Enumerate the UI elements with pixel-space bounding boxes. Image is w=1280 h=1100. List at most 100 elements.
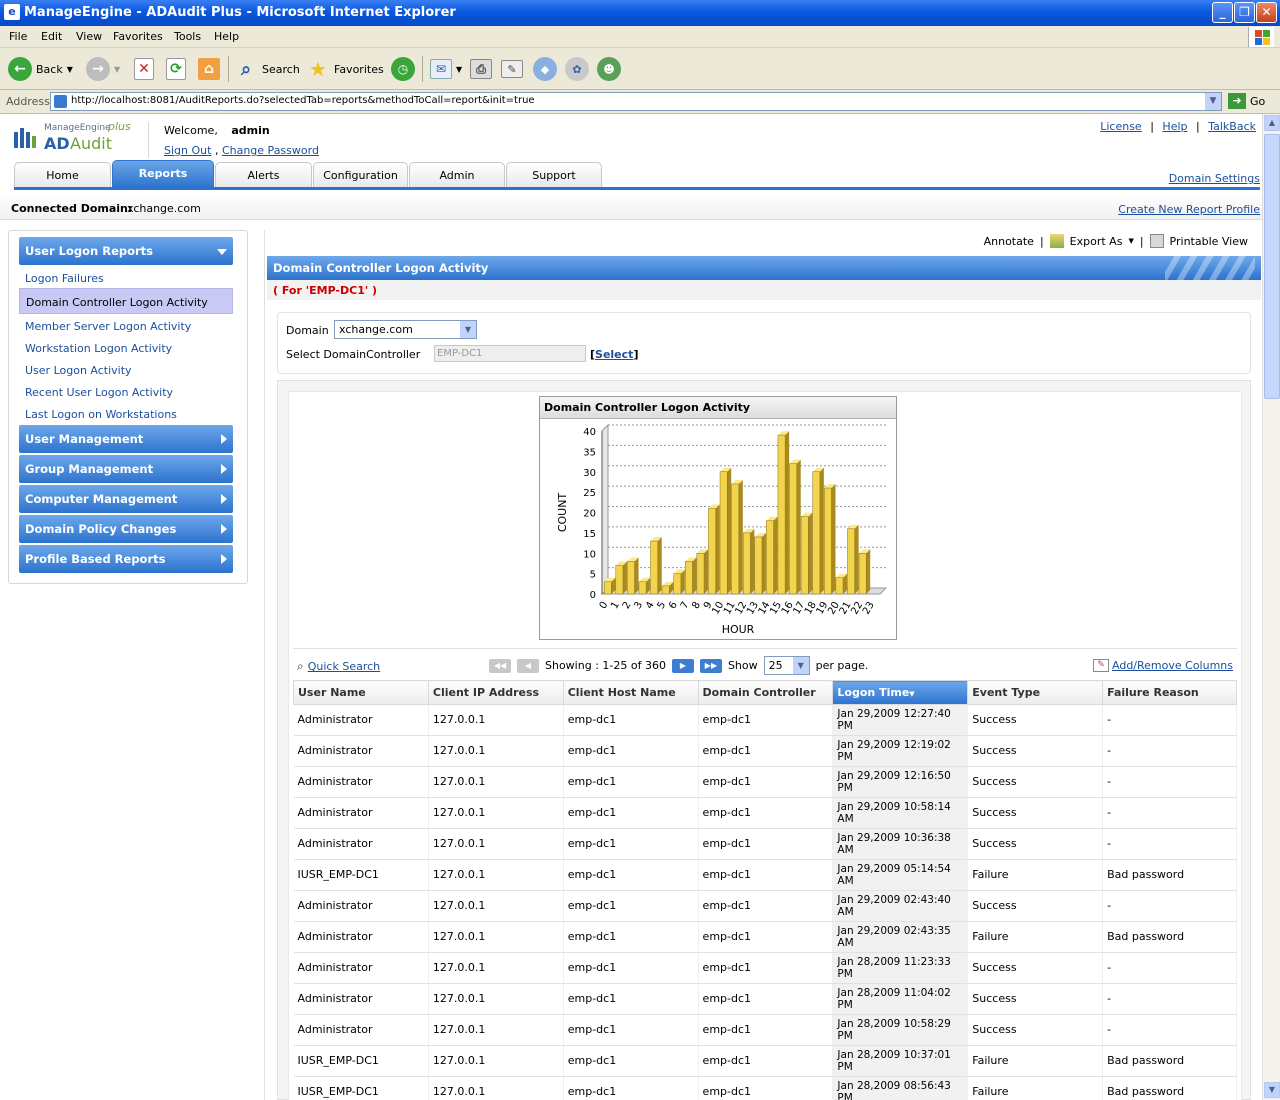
table-row[interactable]: Administrator 127.0.0.1 emp-dc1 emp-dc1 Jan … bbox=[293, 735, 1237, 767]
table-row[interactable]: Administrator 127.0.0.1 emp-dc1 emp-dc1 Jan … bbox=[293, 797, 1237, 829]
add-remove-columns[interactable]: ✎ Add/Remove Columns bbox=[1093, 659, 1233, 672]
research-button[interactable]: ✿ bbox=[565, 56, 589, 82]
tab-alerts[interactable]: Alerts bbox=[215, 162, 312, 188]
sidebar-item-last-logon-workstations[interactable]: Last Logon on Workstations bbox=[19, 403, 233, 425]
sidebar-group-group-management[interactable]: Group Management bbox=[19, 455, 233, 483]
first-page-icon[interactable]: ◀◀ bbox=[489, 658, 511, 673]
table-row[interactable]: Administrator 127.0.0.1 emp-dc1 emp-dc1 Jan … bbox=[293, 766, 1237, 798]
page-scrollbar[interactable]: ▲ ▼ bbox=[1262, 114, 1280, 1100]
dc-select-button[interactable]: [Select] bbox=[590, 348, 638, 361]
select-link[interactable]: Select bbox=[595, 348, 633, 361]
maximize-button[interactable]: ❐ bbox=[1234, 2, 1255, 23]
help-link[interactable]: Help bbox=[1162, 120, 1187, 133]
domain-settings-link[interactable]: Domain Settings bbox=[1169, 172, 1260, 185]
tab-home[interactable]: Home bbox=[14, 162, 111, 188]
sidebar: User Logon Reports Logon Failures Domain… bbox=[8, 230, 248, 584]
mail-button[interactable]: ✉ ▼ bbox=[430, 56, 462, 82]
column-header-event-type[interactable]: Event Type bbox=[967, 680, 1104, 705]
menu-favorites[interactable]: Favorites bbox=[113, 30, 163, 43]
mail-dropdown-icon[interactable]: ▼ bbox=[456, 65, 462, 74]
domain-select[interactable]: xchange.com ▼ bbox=[334, 320, 477, 339]
sidebar-group-domain-policy-changes[interactable]: Domain Policy Changes bbox=[19, 515, 233, 543]
talkback-link[interactable]: TalkBack bbox=[1208, 120, 1256, 133]
print-button[interactable]: ⎙ bbox=[470, 56, 492, 82]
table-row[interactable]: Administrator 127.0.0.1 emp-dc1 emp-dc1 Jan … bbox=[293, 921, 1237, 953]
cell-user-name: Administrator bbox=[293, 983, 429, 1015]
stop-button[interactable]: ✕ bbox=[134, 56, 154, 82]
sidebar-item-user-logon[interactable]: User Logon Activity bbox=[19, 359, 233, 381]
sidebar-item-workstation-logon[interactable]: Workstation Logon Activity bbox=[19, 337, 233, 359]
menu-help[interactable]: Help bbox=[214, 30, 239, 43]
column-header-client-host[interactable]: Client Host Name bbox=[562, 680, 699, 705]
search-button[interactable]: ⌕ Search bbox=[234, 56, 300, 82]
sidebar-item-dc-logon-activity[interactable]: Domain Controller Logon Activity bbox=[19, 288, 233, 314]
column-header-logon-time[interactable]: Logon Time▼ bbox=[832, 680, 969, 705]
printable-view-button[interactable]: Printable View bbox=[1170, 235, 1248, 248]
home-button[interactable]: ⌂ bbox=[198, 56, 220, 82]
export-button[interactable]: Export As bbox=[1070, 235, 1123, 248]
sidebar-group-profile-based-reports[interactable]: Profile Based Reports bbox=[19, 545, 233, 573]
annotate-button[interactable]: Annotate bbox=[984, 235, 1034, 248]
sidebar-section-user-logon-reports[interactable]: User Logon Reports bbox=[19, 237, 233, 265]
refresh-button[interactable]: ⟳ bbox=[166, 56, 186, 82]
history-button[interactable]: ◷ bbox=[391, 56, 415, 82]
forward-button[interactable]: → ▼ bbox=[86, 56, 120, 82]
go-button[interactable]: ➜ Go bbox=[1228, 93, 1265, 109]
column-header-domain-controller[interactable]: Domain Controller bbox=[697, 680, 834, 705]
column-header-failure-reason[interactable]: Failure Reason bbox=[1102, 680, 1237, 705]
page-size-select[interactable]: 25 ▼ bbox=[763, 656, 810, 675]
sign-out-link[interactable]: Sign Out bbox=[164, 144, 211, 157]
menu-tools[interactable]: Tools bbox=[174, 30, 201, 43]
table-row[interactable]: IUSR_EMP-DC1 127.0.0.1 emp-dc1 emp-dc1 Jan 2… bbox=[293, 1045, 1237, 1077]
forward-dropdown-icon[interactable]: ▼ bbox=[114, 65, 120, 74]
sidebar-item-member-server-logon[interactable]: Member Server Logon Activity bbox=[19, 315, 233, 337]
quick-search[interactable]: ⌕ Quick Search bbox=[297, 659, 380, 674]
edit-button[interactable]: ✎ bbox=[501, 56, 523, 82]
sidebar-group-computer-management[interactable]: Computer Management bbox=[19, 485, 233, 513]
back-button[interactable]: ← Back ▼ bbox=[8, 56, 73, 82]
table-row[interactable]: Administrator 127.0.0.1 emp-dc1 emp-dc1 Jan … bbox=[293, 983, 1237, 1015]
tab-admin[interactable]: Admin bbox=[409, 162, 505, 188]
dc-input[interactable]: EMP-DC1 bbox=[434, 345, 586, 362]
table-row[interactable]: Administrator 127.0.0.1 emp-dc1 emp-dc1 Jan … bbox=[293, 828, 1237, 860]
discuss-button[interactable]: ◆ bbox=[533, 56, 557, 82]
sidebar-item-logon-failures[interactable]: Logon Failures bbox=[19, 267, 233, 289]
close-button[interactable]: ✕ bbox=[1256, 2, 1277, 23]
tab-configuration[interactable]: Configuration bbox=[313, 162, 408, 188]
table-row[interactable]: IUSR_EMP-DC1 127.0.0.1 emp-dc1 emp-dc1 Jan 2… bbox=[293, 1076, 1237, 1100]
sidebar-group-user-management[interactable]: User Management bbox=[19, 425, 233, 453]
last-page-icon[interactable]: ▶▶ bbox=[699, 658, 722, 673]
table-row[interactable]: Administrator 127.0.0.1 emp-dc1 emp-dc1 Jan … bbox=[293, 1014, 1237, 1046]
address-input[interactable]: http://localhost:8081/AuditReports.do?se… bbox=[50, 92, 1222, 111]
change-password-link[interactable]: Change Password bbox=[222, 144, 319, 157]
scroll-up-icon[interactable]: ▲ bbox=[1264, 115, 1280, 131]
back-dropdown-icon[interactable]: ▼ bbox=[67, 65, 73, 74]
minimize-button[interactable]: _ bbox=[1212, 2, 1233, 23]
scroll-down-icon[interactable]: ▼ bbox=[1264, 1082, 1280, 1098]
scroll-thumb[interactable] bbox=[1264, 134, 1280, 399]
prev-page-icon[interactable]: ◀ bbox=[517, 658, 539, 673]
menu-edit[interactable]: Edit bbox=[41, 30, 62, 43]
tab-reports[interactable]: Reports bbox=[112, 160, 214, 188]
address-dropdown-icon[interactable]: ▼ bbox=[1205, 93, 1221, 110]
table-row[interactable]: Administrator 127.0.0.1 emp-dc1 emp-dc1 Jan … bbox=[293, 704, 1237, 736]
messenger-button[interactable]: ☻ bbox=[597, 56, 621, 82]
quick-search-link[interactable]: Quick Search bbox=[308, 660, 380, 673]
favorites-button[interactable]: ★ Favorites bbox=[306, 56, 384, 82]
export-dropdown-icon[interactable]: ▼ bbox=[1128, 237, 1133, 245]
column-header-client-ip[interactable]: Client IP Address bbox=[427, 680, 564, 705]
table-row[interactable]: IUSR_EMP-DC1 127.0.0.1 emp-dc1 emp-dc1 Jan 2… bbox=[293, 859, 1237, 891]
next-page-icon[interactable]: ▶ bbox=[671, 658, 694, 673]
license-link[interactable]: License bbox=[1100, 120, 1141, 133]
table-row[interactable]: Administrator 127.0.0.1 emp-dc1 emp-dc1 Jan … bbox=[293, 890, 1237, 922]
add-remove-columns-link[interactable]: Add/Remove Columns bbox=[1112, 659, 1233, 672]
tab-support[interactable]: Support bbox=[506, 162, 602, 188]
menu-file[interactable]: File bbox=[9, 30, 27, 43]
sidebar-item-recent-user-logon[interactable]: Recent User Logon Activity bbox=[19, 381, 233, 403]
column-header-user-name[interactable]: User Name bbox=[293, 680, 429, 705]
table-row[interactable]: Administrator 127.0.0.1 emp-dc1 emp-dc1 Jan … bbox=[293, 952, 1237, 984]
menu-view[interactable]: View bbox=[76, 30, 102, 43]
adaudit-logo[interactable]: ManageEngine plus AD Audit bbox=[14, 120, 144, 156]
create-report-profile-link[interactable]: Create New Report Profile bbox=[1118, 203, 1260, 216]
cell-client-ip: 127.0.0.1 bbox=[428, 704, 564, 736]
